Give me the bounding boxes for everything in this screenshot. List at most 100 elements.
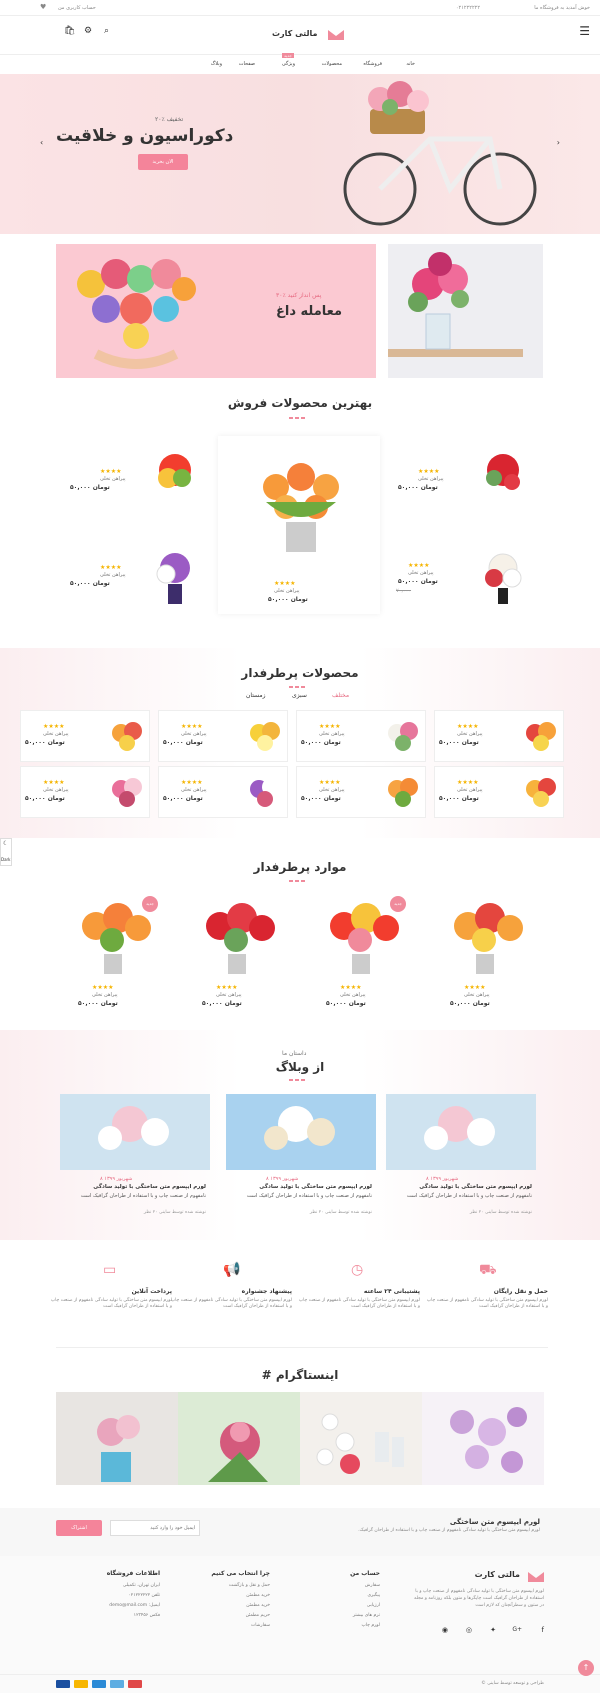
logo-icon bbox=[528, 1572, 544, 1582]
search-icon[interactable]: ⌕ bbox=[104, 26, 109, 36]
product-image bbox=[112, 722, 142, 751]
google-plus-icon[interactable]: G+ bbox=[512, 1626, 522, 1633]
featured-product[interactable]: ★★★★ پیراهن تخلی ۵۰,۰۰۰ تومان bbox=[180, 892, 296, 1010]
menu-icon[interactable]: ☰ bbox=[579, 24, 590, 38]
popular-product[interactable]: ★★★★ پیراهن تخلی ۵۰,۰۰۰ تومان bbox=[434, 766, 564, 818]
popular-product[interactable]: ★★★★ پیراهن تخلی ۵۰,۰۰۰ تومان bbox=[20, 766, 150, 818]
best-featured-product[interactable]: ★★★★ پیراهن تخلی ۵۰,۰۰۰ تومان bbox=[218, 436, 380, 614]
product-price: ۵۰,۰۰۰ تومان bbox=[326, 1000, 366, 1007]
product-name[interactable]: پیراهن تخلی bbox=[319, 731, 345, 737]
post-title[interactable]: لورم ایپسوم متن ساختگی با تولید سادگی bbox=[226, 1184, 372, 1190]
product-name[interactable]: پیراهن تخلی bbox=[43, 787, 69, 793]
product-name[interactable]: پیراهن تخلی bbox=[418, 476, 444, 482]
tab-winter[interactable]: زمستان bbox=[246, 692, 266, 699]
cart-icon[interactable]: 🛍 bbox=[64, 26, 75, 36]
nav-shop[interactable]: فروشگاه bbox=[363, 61, 382, 67]
nav-pages[interactable]: صفحات bbox=[239, 61, 255, 67]
instagram-photo-4[interactable] bbox=[422, 1392, 544, 1485]
featured-product[interactable]: ★★★★ پیراهن تخلی ۵۰,۰۰۰ تومان جدید bbox=[56, 892, 172, 1010]
tab-greens[interactable]: سبزی bbox=[292, 692, 307, 699]
product-name[interactable]: پیراهن تخلی bbox=[181, 731, 207, 737]
product-name[interactable]: پیراهن تخلی bbox=[216, 992, 242, 998]
product-name[interactable]: پیراهن تخلی bbox=[340, 992, 366, 998]
product-name[interactable]: پیراهن تخلی bbox=[181, 787, 207, 793]
footer-link[interactable]: پیگیری bbox=[300, 1593, 380, 1598]
footer-link[interactable]: خرید مطمئن bbox=[180, 1603, 270, 1608]
subscribe-button[interactable]: اشتراک bbox=[56, 1520, 102, 1536]
phone-text: ۰۲۱۲۲۲۲۲۲ bbox=[455, 5, 480, 11]
product-name[interactable]: پیراهن تخلی bbox=[457, 731, 483, 737]
prev-arrow[interactable]: ‹ bbox=[40, 138, 43, 147]
product-name[interactable]: پیراهن تخلی bbox=[43, 731, 69, 737]
footer-link[interactable]: خرید مطمئن bbox=[180, 1593, 270, 1598]
best-product-4[interactable]: ★★★★ پیراهن تخلی ۵۰,۰۰۰ تومان ۷۰,۰۰۰ bbox=[396, 548, 538, 618]
best-product-1[interactable]: ★★★★ پیراهن تخلی ۵۰,۰۰۰ تومان bbox=[70, 448, 200, 518]
product-name[interactable]: پیراهن تخلی bbox=[100, 476, 126, 482]
shop-now-button[interactable]: الان بخرید bbox=[138, 154, 188, 170]
popular-product[interactable]: ★★★★ پیراهن تخلی ۵۰,۰۰۰ تومان bbox=[158, 710, 288, 762]
footer-link[interactable]: ارزیابی bbox=[300, 1603, 380, 1608]
logo[interactable]: مالتی کارت bbox=[272, 28, 352, 42]
footer-link[interactable]: حریم مطمئن bbox=[180, 1613, 270, 1618]
product-name[interactable]: پیراهن تخلی bbox=[92, 992, 118, 998]
best-product-2[interactable]: ★★★★ پیراهن تخلی ۵۰,۰۰۰ تومان bbox=[70, 548, 200, 618]
feature-title: پرداخت آنلاین bbox=[131, 1288, 172, 1295]
vase-banner[interactable] bbox=[388, 244, 543, 378]
popular-product[interactable]: ★★★★ پیراهن تخلی ۵۰,۰۰۰ تومان bbox=[158, 766, 288, 818]
scroll-top-button[interactable]: ↑ bbox=[578, 1660, 594, 1676]
footer-bottom: © طراحی و توسعه توسط ساینی bbox=[0, 1674, 600, 1693]
product-image bbox=[486, 454, 520, 490]
nav-features[interactable]: ویژگی bbox=[282, 61, 295, 67]
email-input[interactable] bbox=[110, 1520, 200, 1536]
facebook-icon[interactable]: f bbox=[542, 1626, 544, 1634]
product-name[interactable]: پیراهن تخلی bbox=[408, 570, 434, 576]
instagram-photo-3[interactable] bbox=[300, 1392, 422, 1485]
footer: مالتی کارت لورم ایپسوم متن ساختگی با تول… bbox=[0, 1556, 600, 1693]
footer-link[interactable]: سفارشات bbox=[180, 1623, 270, 1628]
twitter-icon[interactable]: ✦ bbox=[490, 1626, 496, 1634]
footer-link[interactable]: لورم چاپ bbox=[300, 1623, 380, 1628]
post-title[interactable]: لورم ایپسوم متن ساختگی با تولید سادگی bbox=[60, 1184, 206, 1190]
post-title[interactable]: لورم ایپسوم متن ساختگی با تولید سادگی bbox=[386, 1184, 532, 1190]
popular-product[interactable]: ★★★★ پیراهن تخلی ۵۰,۰۰۰ تومان bbox=[296, 710, 426, 762]
product-name[interactable]: پیراهن تخلی bbox=[100, 572, 126, 578]
rss-icon[interactable]: ◉ bbox=[442, 1626, 448, 1634]
product-name[interactable]: پیراهن تخلی bbox=[274, 588, 300, 594]
footer-info[interactable]: ایمیل: demo@mail.com bbox=[60, 1603, 160, 1608]
footer-link[interactable]: حمل و نقل و بازگشت bbox=[180, 1583, 270, 1588]
popular-product[interactable]: ★★★★ پیراهن تخلی ۵۰,۰۰۰ تومان bbox=[434, 710, 564, 762]
footer-link[interactable]: ترم های بیشتر bbox=[300, 1613, 380, 1618]
popular-product[interactable]: ★★★★ پیراهن تخلی ۵۰,۰۰۰ تومان bbox=[296, 766, 426, 818]
featured-product[interactable]: ★★★★ پیراهن تخلی ۵۰,۰۰۰ تومان bbox=[428, 892, 544, 1010]
hot-deal-banner[interactable]: ۳۰٪ پس انداز کنید معامله داغ bbox=[56, 244, 376, 378]
instagram-icon[interactable]: ◎ bbox=[466, 1626, 472, 1634]
instagram-photo-1[interactable] bbox=[56, 1392, 178, 1485]
tab-mixed[interactable]: مختلف bbox=[332, 692, 349, 699]
product-name[interactable]: پیراهن تخلی bbox=[464, 992, 490, 998]
nav-products[interactable]: محصولات bbox=[322, 61, 342, 67]
nav-blog[interactable]: وبلاگ bbox=[211, 61, 222, 67]
gear-icon[interactable]: ⚙ bbox=[84, 26, 92, 36]
feature-title: حمل و نقل رایگان bbox=[493, 1288, 548, 1295]
product-name[interactable]: پیراهن تخلی bbox=[319, 787, 345, 793]
instagram-photo-2[interactable] bbox=[178, 1392, 300, 1485]
blog-post[interactable]: ۸ شهریور ۱۳۹۹ لورم ایپسوم متن ساختگی با ت… bbox=[226, 1094, 376, 1224]
product-image bbox=[112, 778, 142, 807]
new-badge: جدید bbox=[142, 896, 158, 912]
product-name[interactable]: پیراهن تخلی bbox=[457, 787, 483, 793]
heart-icon[interactable]: ♥ bbox=[40, 3, 46, 11]
rating-stars: ★★★★ bbox=[43, 779, 65, 786]
next-arrow[interactable]: › bbox=[557, 138, 560, 147]
popular-product[interactable]: ★★★★ پیراهن تخلی ۵۰,۰۰۰ تومان bbox=[20, 710, 150, 762]
feature-festival: 📢 پیشنهاد جشنواره لورم ایپسوم متن ساختگی… bbox=[168, 1262, 292, 1342]
account-link[interactable]: حساب کاربری من bbox=[58, 5, 96, 11]
best-product-3[interactable]: ★★★★ پیراهن تخلی ۵۰,۰۰۰ تومان bbox=[398, 448, 538, 518]
blog-post[interactable]: ۸ شهریور ۱۳۹۹ لورم ایپسوم متن ساختگی با ت… bbox=[386, 1094, 536, 1224]
blog-post[interactable]: ۸ شهریور ۱۳۹۹ لورم ایپسوم متن ساختگی با ت… bbox=[60, 1094, 210, 1224]
footer-link[interactable]: سفارش bbox=[300, 1583, 380, 1588]
copyright-text: © طراحی و توسعه توسط ساینی bbox=[481, 1681, 544, 1686]
nav-home[interactable]: خانه bbox=[406, 61, 415, 67]
featured-product[interactable]: ★★★★ پیراهن تخلی ۵۰,۰۰۰ تومان جدید bbox=[304, 892, 420, 1010]
rating-stars: ★★★★ bbox=[181, 779, 203, 786]
tulip-image bbox=[263, 463, 339, 552]
